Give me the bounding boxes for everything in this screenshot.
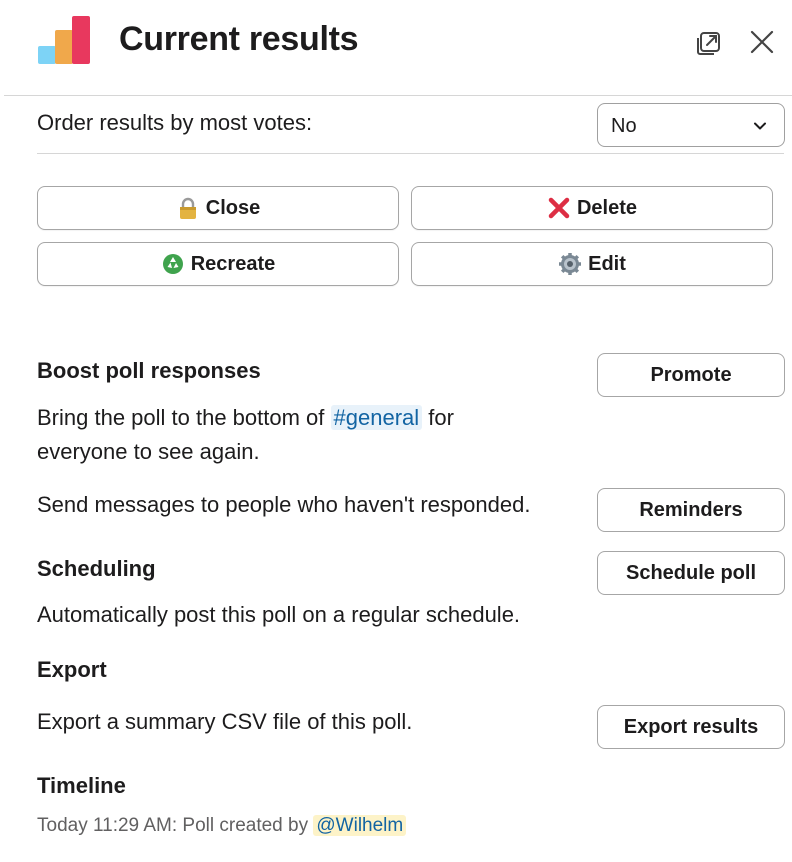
order-results-select[interactable]: No: [597, 103, 785, 147]
boost-section-title: Boost poll responses: [37, 358, 261, 383]
app-logo: [38, 16, 92, 64]
boost-text-after: for: [422, 405, 454, 430]
modal-header: Current results: [0, 0, 792, 96]
scheduling-section-title: Scheduling: [37, 556, 156, 581]
lock-icon: [179, 197, 196, 219]
promote-button[interactable]: Promote: [597, 353, 785, 397]
gear-icon: [559, 253, 582, 275]
export-section-title: Export: [37, 657, 107, 682]
timeline-section-title: Timeline: [37, 773, 126, 798]
channel-link[interactable]: #general: [330, 405, 423, 430]
close-icon[interactable]: [746, 26, 778, 58]
user-mention[interactable]: @Wilhelm: [313, 815, 407, 836]
order-select-value: No: [611, 115, 637, 137]
export-description: Export a summary CSV file of this poll.: [37, 709, 413, 734]
scheduling-description: Automatically post this poll on a regula…: [37, 602, 521, 627]
boost-text-before: Bring the poll to the bottom of: [37, 405, 331, 430]
timeline-entry-text: Today 11:29 AM: Poll created by: [37, 815, 314, 836]
logo-bar-1: [38, 46, 56, 64]
delete-poll-button[interactable]: Delete: [411, 186, 773, 230]
recreate-poll-button[interactable]: Recreate: [37, 242, 399, 286]
popout-icon[interactable]: [694, 26, 726, 58]
boost-text-line2: everyone to see again.: [37, 439, 260, 464]
edit-poll-label: Edit: [588, 252, 626, 275]
close-poll-label: Close: [205, 196, 261, 219]
modal-title: Current results: [119, 20, 359, 58]
header-divider: [4, 95, 792, 96]
delete-poll-label: Delete: [576, 196, 638, 219]
close-poll-button[interactable]: Close: [37, 186, 399, 230]
reminders-button[interactable]: Reminders: [597, 488, 785, 532]
schedule-poll-button[interactable]: Schedule poll: [597, 551, 785, 595]
logo-bar-2: [55, 30, 73, 64]
recycle-icon: [162, 254, 183, 274]
order-results-label: Order results by most votes:: [37, 110, 313, 135]
order-divider: [37, 153, 784, 154]
timeline-entry: Today 11:29 AM: Poll created by @Wilhelm: [37, 815, 407, 837]
reminders-description: Send messages to people who haven't resp…: [37, 492, 531, 517]
cross-mark-icon: [548, 197, 570, 219]
export-results-button[interactable]: Export results: [597, 705, 785, 749]
logo-bar-3: [72, 16, 90, 64]
recreate-poll-label: Recreate: [190, 252, 276, 275]
chevron-down-icon: [754, 122, 766, 130]
boost-description: Bring the poll to the bottom of #general…: [37, 401, 454, 469]
edit-poll-button[interactable]: Edit: [411, 242, 773, 286]
